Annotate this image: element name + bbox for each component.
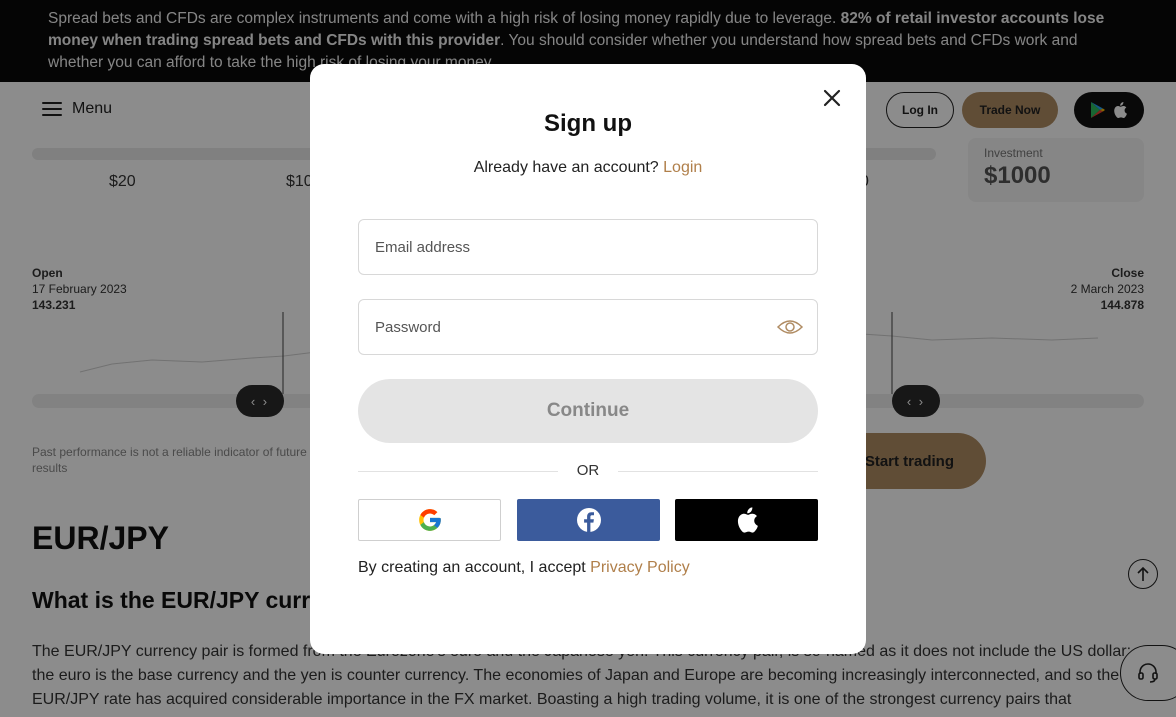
terms-text: By creating an account, I accept Privacy…: [358, 559, 690, 577]
terms-label: By creating an account, I accept: [358, 559, 586, 576]
continue-button[interactable]: Continue: [358, 379, 818, 443]
close-icon[interactable]: [820, 86, 844, 110]
apple-signup-button[interactable]: [675, 499, 818, 541]
privacy-policy-link[interactable]: Privacy Policy: [590, 559, 690, 576]
password-input[interactable]: [358, 299, 818, 355]
facebook-signup-button[interactable]: [517, 499, 660, 541]
google-signup-button[interactable]: [358, 499, 501, 541]
facebook-icon: [576, 508, 601, 532]
eye-icon[interactable]: [776, 316, 804, 338]
modal-title: Sign up: [544, 110, 632, 137]
apple-icon: [737, 507, 758, 533]
signup-modal: Sign up Already have an account? Login C…: [310, 64, 866, 654]
google-icon: [418, 509, 441, 531]
login-link[interactable]: Login: [663, 159, 702, 176]
email-input[interactable]: [358, 219, 818, 275]
login-prompt: Already have an account? Login: [310, 159, 866, 177]
or-label: OR: [576, 462, 600, 479]
already-text: Already have an account?: [473, 159, 659, 176]
